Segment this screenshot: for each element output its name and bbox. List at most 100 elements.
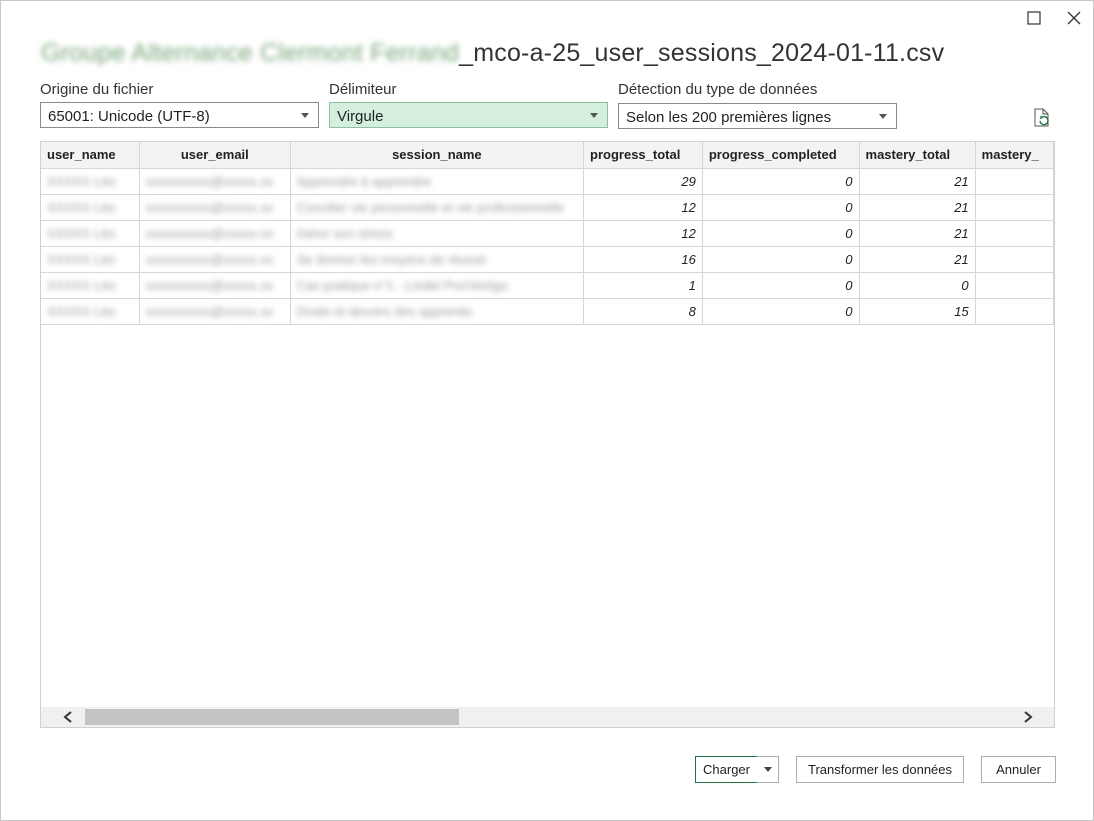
chevron-left-icon	[63, 711, 72, 723]
col-header-session-name[interactable]: session_name	[290, 142, 585, 169]
dialog-title: Groupe Alternance Clermont Ferrand_mco-a…	[41, 39, 944, 68]
cell-text: Apprendre à apprendre	[296, 173, 432, 189]
cell-progress-total: 8	[583, 298, 703, 325]
cell-text: XXXXX Léo	[47, 277, 116, 293]
cell-user-name: XXXXX Léo	[41, 168, 140, 195]
table-row: XXXXX Léo xxxxxxxxxx@xxxxx.xx Concilier vi…	[41, 194, 1054, 221]
table-row: XXXXX Léo xxxxxxxxxx@xxxxx.xx Apprendre à …	[41, 168, 1054, 195]
col-header-mastery[interactable]: mastery_	[975, 142, 1054, 169]
col-header-user-email[interactable]: user_email	[139, 142, 291, 169]
maximize-button[interactable]	[1021, 7, 1047, 29]
cell-mastery-total: 21	[859, 168, 976, 195]
table-row: XXXXX Léo xxxxxxxxxx@xxxxx.xx Se donner le…	[41, 246, 1054, 273]
cell-user-name: XXXXX Léo	[41, 220, 140, 247]
chevron-down-icon	[879, 114, 887, 119]
cell-mastery	[975, 194, 1054, 221]
load-options-button[interactable]	[757, 756, 779, 783]
cell-text: XXXXX Léo	[47, 225, 116, 241]
col-header-user-name[interactable]: user_name	[41, 142, 140, 169]
cell-session-name: Cas pratique n°1 - Lindel Pro/Vertigo	[290, 272, 585, 299]
cell-text: XXXXX Léo	[47, 251, 116, 267]
header-row: user_name user_email session_name progre…	[41, 142, 1054, 169]
cell-user-email: xxxxxxxxxx@xxxxx.xx	[139, 246, 291, 273]
cell-progress-completed: 0	[702, 272, 860, 299]
cell-text: Cas pratique n°1 - Lindel Pro/Vertigo	[296, 277, 508, 293]
delimiter-label: Délimiteur	[329, 81, 397, 98]
cell-progress-completed: 0	[702, 298, 860, 325]
detection-select[interactable]: Selon les 200 premières lignes	[618, 103, 897, 129]
maximize-icon	[1027, 11, 1041, 25]
delimiter-value: Virgule	[337, 108, 384, 125]
scroll-left-button[interactable]	[53, 707, 83, 727]
cell-text: XXXXX Léo	[47, 173, 116, 189]
cancel-button[interactable]: Annuler	[981, 756, 1056, 783]
cell-mastery-total: 21	[859, 220, 976, 247]
cell-session-name: Se donner les moyens de réussir	[290, 246, 585, 273]
cell-progress-total: 29	[583, 168, 703, 195]
col-header-progress-completed[interactable]: progress_completed	[702, 142, 860, 169]
origin-select[interactable]: 65001: Unicode (UTF-8)	[40, 102, 319, 128]
close-button[interactable]	[1061, 7, 1087, 29]
scroll-right-button[interactable]	[1013, 707, 1043, 727]
detection-value: Selon les 200 premières lignes	[626, 109, 832, 126]
cell-text: Se donner les moyens de réussir	[296, 251, 487, 267]
chevron-down-icon	[763, 767, 772, 772]
cell-mastery	[975, 298, 1054, 325]
cell-user-email: xxxxxxxxxx@xxxxx.xx	[139, 168, 291, 195]
cell-session-name: Apprendre à apprendre	[290, 168, 585, 195]
table-row: XXXXX Léo xxxxxxxxxx@xxxxx.xx Gérer son st…	[41, 220, 1054, 247]
cell-mastery-total: 15	[859, 298, 976, 325]
scrollbar-thumb[interactable]	[85, 709, 459, 725]
cell-text: xxxxxxxxxx@xxxxx.xx	[145, 199, 274, 215]
title-filename: _mco-a-25_user_sessions_2024-01-11.csv	[459, 39, 945, 67]
cell-text: xxxxxxxxxx@xxxxx.xx	[145, 277, 274, 293]
cell-text: xxxxxxxxxx@xxxxx.xx	[145, 225, 274, 241]
refresh-preview-icon[interactable]	[1031, 107, 1053, 129]
col-header-progress-total[interactable]: progress_total	[583, 142, 703, 169]
cell-user-name: XXXXX Léo	[41, 272, 140, 299]
cell-session-name: Droits et devoirs des apprentis	[290, 298, 585, 325]
close-icon	[1067, 11, 1081, 25]
origin-value: 65001: Unicode (UTF-8)	[48, 108, 210, 125]
cell-text: xxxxxxxxxx@xxxxx.xx	[145, 173, 274, 189]
cell-progress-completed: 0	[702, 220, 860, 247]
preview-table: user_name user_email session_name progre…	[41, 142, 1054, 325]
cell-session-name: Concilier vie personnelle et vie profess…	[290, 194, 585, 221]
load-button[interactable]: Charger	[695, 756, 758, 783]
cell-mastery	[975, 246, 1054, 273]
origin-label: Origine du fichier	[40, 81, 154, 98]
cell-user-email: xxxxxxxxxx@xxxxx.xx	[139, 220, 291, 247]
col-header-mastery-total[interactable]: mastery_total	[859, 142, 976, 169]
cell-mastery-total: 21	[859, 246, 976, 273]
cell-text: xxxxxxxxxx@xxxxx.xx	[145, 251, 274, 267]
detection-label: Détection du type de données	[618, 81, 818, 98]
cell-text: Gérer son stress	[296, 225, 393, 241]
cell-text: xxxxxxxxxx@xxxxx.xx	[145, 303, 274, 319]
delimiter-select[interactable]: Virgule	[329, 102, 608, 128]
data-preview-grid[interactable]: user_name user_email session_name progre…	[40, 141, 1055, 728]
cell-progress-total: 1	[583, 272, 703, 299]
chevron-right-icon	[1024, 711, 1033, 723]
cell-text: XXXXX Léo	[47, 199, 116, 215]
cell-mastery	[975, 272, 1054, 299]
table-row: XXXXX Léo xxxxxxxxxx@xxxxx.xx Cas pratique…	[41, 272, 1054, 299]
cell-progress-total: 16	[583, 246, 703, 273]
import-dialog: Groupe Alternance Clermont Ferrand_mco-a…	[0, 0, 1094, 821]
chevron-down-icon	[590, 113, 598, 118]
horizontal-scrollbar[interactable]	[41, 707, 1054, 727]
cell-user-email: xxxxxxxxxx@xxxxx.xx	[139, 298, 291, 325]
cell-text: Droits et devoirs des apprentis	[296, 303, 473, 319]
cell-user-name: XXXXX Léo	[41, 194, 140, 221]
cell-user-email: xxxxxxxxxx@xxxxx.xx	[139, 272, 291, 299]
title-blurred-prefix: Groupe Alternance Clermont Ferrand	[41, 39, 460, 67]
cell-mastery-total: 21	[859, 194, 976, 221]
cell-progress-completed: 0	[702, 246, 860, 273]
cell-progress-total: 12	[583, 220, 703, 247]
transform-data-button[interactable]: Transformer les données	[796, 756, 964, 783]
cell-text: XXXXX Léo	[47, 303, 116, 319]
cell-progress-total: 12	[583, 194, 703, 221]
chevron-down-icon	[301, 113, 309, 118]
cell-user-name: XXXXX Léo	[41, 246, 140, 273]
cell-user-email: xxxxxxxxxx@xxxxx.xx	[139, 194, 291, 221]
cell-text: Concilier vie personnelle et vie profess…	[296, 199, 565, 215]
